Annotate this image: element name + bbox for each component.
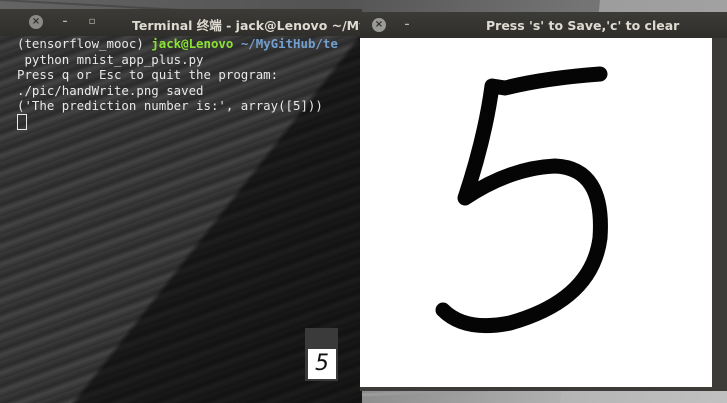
maximize-icon[interactable]: ▫ — [85, 15, 99, 29]
terminal-line: ('The prediction number is:', array([5])… — [17, 98, 323, 113]
drawing-window[interactable]: × – Press 's' to Save,'c' to clear — [360, 12, 727, 391]
terminal-line: python mnist_app_plus.py — [17, 51, 204, 67]
close-icon[interactable]: × — [29, 15, 43, 29]
thumbnail-digit-image[interactable]: 5 — [308, 349, 336, 379]
drawing-canvas[interactable] — [360, 38, 712, 387]
terminal-cursor — [17, 113, 27, 130]
prompt-env: (tensorflow_mooc) — [17, 36, 144, 51]
drawing-titlebar[interactable]: × – Press 's' to Save,'c' to clear — [360, 12, 727, 38]
terminal-output: (tensorflow_mooc) jack@Lenovo ~/MyGitHub… — [17, 36, 338, 130]
terminal-line: Press q or Esc to quit the program: — [17, 67, 279, 82]
terminal-line: ./pic/handWrite.png saved — [17, 82, 204, 98]
minimize-icon[interactable]: – — [400, 18, 414, 32]
minimize-icon[interactable]: – — [58, 15, 72, 29]
terminal-titlebar[interactable]: × – ▫ Terminal 终端 - jack@Lenovo ~/MyGitH… — [0, 9, 435, 36]
close-icon[interactable]: × — [372, 18, 386, 32]
prompt-path: ~/MyGitHub/te — [240, 36, 338, 51]
prompt-user: jack@Lenovo — [151, 36, 234, 51]
handwritten-five-stroke — [435, 66, 608, 334]
desktop-background: × – ▫ Terminal 终端 - jack@Lenovo ~/MyGitH… — [0, 0, 727, 403]
drawing-window-title: Press 's' to Save,'c' to clear — [486, 18, 680, 33]
